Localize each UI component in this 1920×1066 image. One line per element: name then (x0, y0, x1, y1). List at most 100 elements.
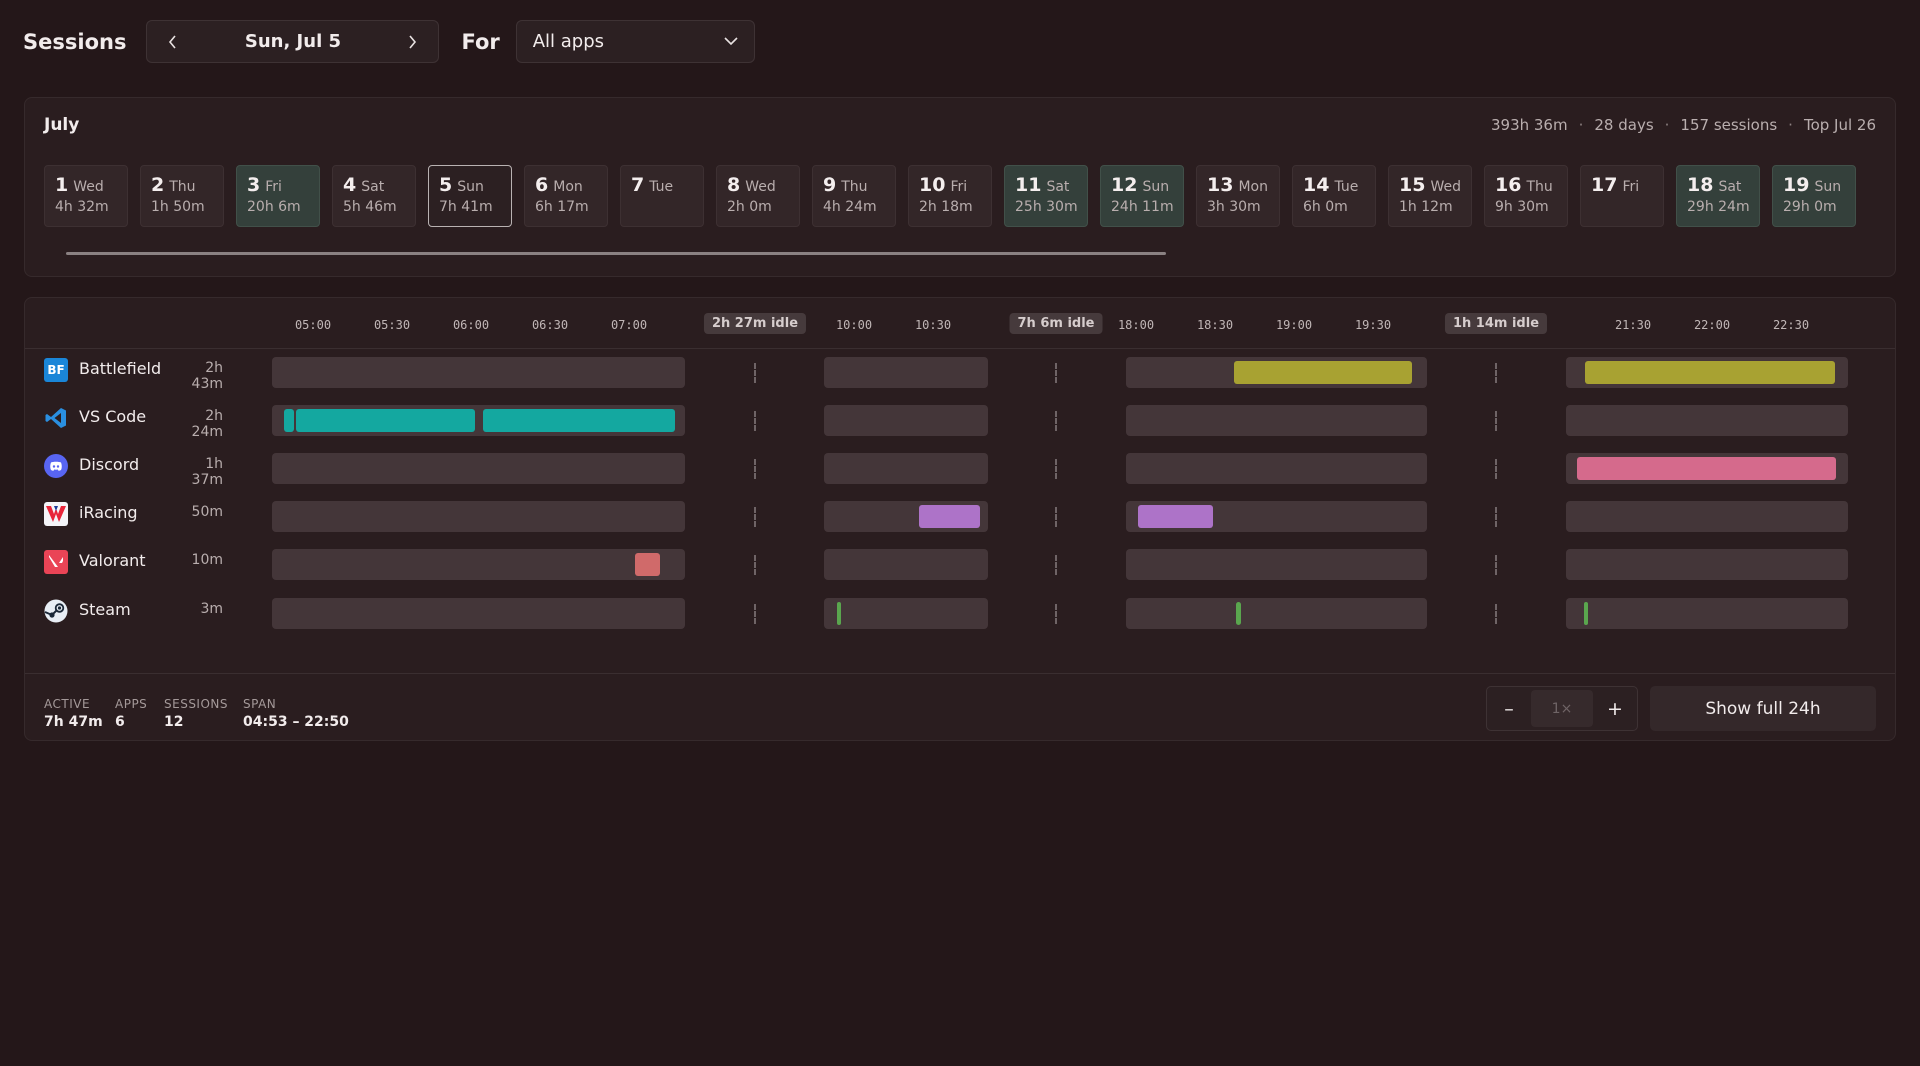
app-filter-select[interactable]: All apps (515, 20, 755, 63)
day-card[interactable]: 14 Tue 6h 0m (1292, 165, 1376, 227)
day-card[interactable]: 2 Thu 1h 50m (140, 165, 224, 227)
timeline-lane[interactable] (272, 598, 685, 629)
day-card[interactable]: 9 Thu 4h 24m (812, 165, 896, 227)
day-number: 9 (823, 174, 837, 196)
day-card[interactable]: 7 Tue (620, 165, 704, 227)
day-card[interactable]: 17 Fri (1580, 165, 1664, 227)
timeline-lane[interactable] (1566, 501, 1848, 532)
day-card[interactable]: 19 Sun 29h 0m (1772, 165, 1856, 227)
time-tick-label: 05:30 (373, 318, 411, 332)
timeline-lane[interactable] (272, 357, 685, 388)
session-bar[interactable] (919, 505, 980, 528)
time-tick-label: 19:00 (1275, 318, 1313, 332)
idle-separator (1495, 459, 1497, 479)
day-weekday: Thu (841, 179, 868, 195)
day-card[interactable]: 16 Thu 9h 30m (1484, 165, 1568, 227)
timeline-lane[interactable] (1126, 549, 1427, 580)
session-bar[interactable] (1584, 602, 1588, 625)
session-bar[interactable] (1585, 361, 1835, 384)
day-card[interactable]: 3 Fri 20h 6m (236, 165, 320, 227)
idle-separator (1055, 411, 1057, 431)
time-tick-label: 21:30 (1614, 318, 1652, 332)
idle-separator (1055, 507, 1057, 527)
timeline-lane[interactable] (1126, 405, 1427, 436)
day-card[interactable]: 8 Wed 2h 0m (716, 165, 800, 227)
timeline-lane[interactable] (272, 453, 685, 484)
day-number: 14 (1303, 174, 1330, 196)
timeline-lane[interactable] (1126, 598, 1427, 629)
day-card[interactable]: 18 Sat 29h 24m (1676, 165, 1760, 227)
iracing-icon (44, 502, 68, 526)
idle-separator (754, 555, 756, 575)
day-card[interactable]: 1 Wed 4h 32m (44, 165, 128, 227)
timeline-lane[interactable] (272, 549, 685, 580)
session-bar[interactable] (1138, 505, 1213, 528)
timeline-lane[interactable] (824, 453, 988, 484)
app-filter-value: All apps (532, 31, 605, 52)
idle-gap-badge: 7h 6m idle (1009, 313, 1103, 334)
session-bar[interactable] (296, 409, 475, 432)
time-tick-label: 06:00 (452, 318, 490, 332)
prev-day-button[interactable] (163, 32, 183, 52)
session-bar[interactable] (1236, 602, 1241, 625)
session-bar[interactable] (837, 602, 841, 625)
timeline-lane[interactable] (1126, 501, 1427, 532)
timeline-lane[interactable] (1566, 453, 1848, 484)
idle-gap-badge: 1h 14m idle (1444, 313, 1548, 334)
zoom-in-button[interactable]: + (1593, 687, 1637, 730)
day-card[interactable]: 10 Fri 2h 18m (908, 165, 992, 227)
show-full-day-button[interactable]: Show full 24h (1650, 686, 1876, 731)
session-bar[interactable] (1234, 361, 1412, 384)
timeline-lane[interactable] (824, 598, 988, 629)
timeline-lane[interactable] (1566, 549, 1848, 580)
zoom-out-button[interactable]: – (1487, 687, 1531, 730)
timeline-lane[interactable] (1126, 357, 1427, 388)
day-card[interactable]: 6 Mon 6h 17m (524, 165, 608, 227)
session-bar[interactable] (635, 553, 660, 576)
next-day-button[interactable] (402, 32, 422, 52)
day-number: 7 (631, 174, 645, 196)
timeline-lane[interactable] (824, 357, 988, 388)
day-card[interactable]: 13 Mon 3h 30m (1196, 165, 1280, 227)
discord-icon (44, 454, 68, 478)
steam-icon (44, 599, 68, 623)
app-row: iRacing 50m (25, 493, 1895, 533)
header-bar: Sessions Sun, Jul 5 For All apps (23, 20, 755, 63)
day-number: 4 (343, 174, 357, 196)
time-tick-label: 19:30 (1354, 318, 1392, 332)
day-number: 16 (1495, 174, 1522, 196)
day-number: 17 (1591, 174, 1618, 196)
timeline-lane[interactable] (1566, 357, 1848, 388)
timeline-lane[interactable] (1566, 405, 1848, 436)
day-card[interactable]: 12 Sun 24h 11m (1100, 165, 1184, 227)
day-card[interactable]: 15 Wed 1h 12m (1388, 165, 1472, 227)
timeline-lane[interactable] (824, 501, 988, 532)
month-top-day: Top Jul 26 (1803, 116, 1876, 134)
days-scrollbar[interactable] (66, 252, 1166, 255)
day-weekday: Thu (1526, 179, 1553, 195)
timeline-lane[interactable] (272, 501, 685, 532)
day-card[interactable]: 4 Sat 5h 46m (332, 165, 416, 227)
session-bar[interactable] (284, 409, 294, 432)
vscode-icon (44, 406, 68, 430)
app-name: Steam (79, 600, 131, 619)
day-weekday: Fri (950, 179, 968, 195)
time-tick-label: 10:30 (914, 318, 952, 332)
app-name: Battlefield (79, 359, 162, 378)
idle-separator (1495, 604, 1497, 624)
timeline-lane[interactable] (1566, 598, 1848, 629)
day-duration: 20h 6m (247, 199, 301, 215)
session-bar[interactable] (1577, 457, 1836, 480)
zoom-level: 1× (1531, 690, 1593, 727)
day-number: 12 (1111, 174, 1138, 196)
timeline-lane[interactable] (824, 405, 988, 436)
timeline-lane[interactable] (272, 405, 685, 436)
month-total: 393h 36m (1490, 116, 1568, 134)
day-number: 6 (535, 174, 549, 196)
day-card[interactable]: 5 Sun 7h 41m (428, 165, 512, 227)
day-card[interactable]: 11 Sat 25h 30m (1004, 165, 1088, 227)
session-bar[interactable] (483, 409, 675, 432)
timeline-lane[interactable] (1126, 453, 1427, 484)
app-duration: 3m (200, 601, 223, 617)
timeline-lane[interactable] (824, 549, 988, 580)
